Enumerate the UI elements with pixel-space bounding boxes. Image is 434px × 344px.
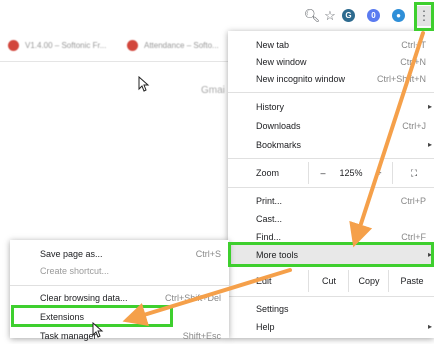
arrow-to-more-tools — [349, 31, 425, 248]
instruction-arrows — [122, 31, 425, 326]
mouse-cursor-icon — [92, 322, 104, 338]
arrow-to-extensions — [122, 268, 292, 326]
